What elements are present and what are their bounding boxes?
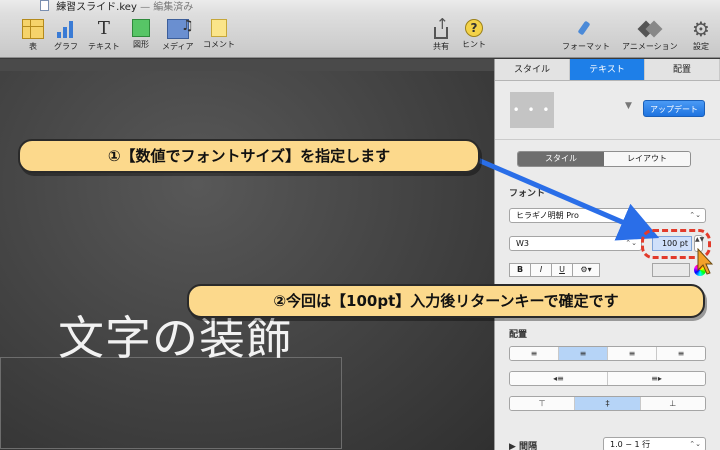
title-text-box[interactable] [0, 357, 342, 449]
align-top-icon[interactable]: ⊤ [510, 397, 576, 410]
shape-icon [132, 19, 150, 37]
slide[interactable] [0, 71, 494, 450]
tab-style[interactable]: スタイル [495, 59, 570, 80]
toolbar-hint-label: ヒント [462, 40, 486, 49]
alignment-section-label: 配置 [509, 330, 528, 340]
inspector-tabs: スタイル テキスト 配置 [495, 59, 720, 81]
align-bottom-icon[interactable]: ⊥ [640, 397, 705, 410]
font-family-popup[interactable]: ヒラギノ明朝 Pro ⌃⌄ [509, 208, 706, 223]
tab-text[interactable]: テキスト [570, 59, 645, 80]
chart-icon [55, 19, 77, 39]
align-left-icon[interactable]: ≡ [510, 347, 559, 360]
title-bar: 練習スライド.key — 編集済み [0, 0, 720, 14]
media-icon [166, 18, 194, 39]
update-button[interactable]: アップデート [643, 100, 705, 117]
slide-canvas[interactable] [0, 59, 494, 450]
paragraph-style-preview[interactable]: • • • [510, 92, 554, 128]
font-weight-value: W3 [516, 239, 529, 248]
text-icon: T [97, 18, 110, 39]
toolbar-settings-button[interactable]: ⚙ 設定 [690, 19, 712, 52]
edit-status: 編集済み [153, 2, 194, 13]
toolbar-settings-label: 設定 [693, 42, 709, 51]
comment-icon [211, 19, 227, 37]
font-weight-popup[interactable]: W3 ⌃⌄ [509, 236, 642, 251]
popup-arrows-icon: ⌃⌄ [689, 211, 701, 219]
share-icon [432, 15, 450, 39]
toolbar-format-button[interactable]: フォーマット [562, 19, 610, 52]
italic-button[interactable]: I [530, 263, 552, 277]
toolbar-share-button[interactable]: 共有 [432, 15, 450, 52]
document-icon [40, 0, 49, 11]
gear-icon: ⚙ [692, 17, 710, 41]
align-justify-icon[interactable]: ≡ [657, 347, 705, 360]
indent-segment: ◂≡ ≡▸ [509, 371, 706, 386]
align-right-icon[interactable]: ≡ [608, 347, 657, 360]
spacing-disclosure[interactable]: ▶ 間隔 [509, 439, 537, 450]
text-options-gear-button[interactable]: ⚙▾ [572, 263, 600, 277]
animation-icon [639, 19, 661, 39]
style-layout-segment: スタイル レイアウト [517, 151, 691, 167]
callout-step1: ①【数値でフォントサイズ】を指定します [18, 139, 480, 173]
popup-arrows-icon: ⌃⌄ [625, 239, 637, 247]
horizontal-alignment-segment: ≡ ≡ ≡ ≡ [509, 346, 706, 361]
toolbar-hint-button[interactable]: ? ヒント [462, 19, 486, 50]
toolbar-text-label: テキスト [88, 42, 120, 51]
toolbar-comment-button[interactable]: コメント [203, 19, 235, 50]
toolbar-comment-label: コメント [203, 40, 235, 49]
text-format-buttons: B I U ⚙▾ [509, 263, 600, 277]
pointer-cursor-icon [697, 248, 713, 275]
divider [495, 139, 720, 140]
toolbar-media-button[interactable]: メディア [162, 18, 194, 52]
toolbar-media-label: メディア [162, 42, 194, 51]
format-brush-icon [577, 19, 595, 39]
decrease-indent-icon[interactable]: ◂≡ [510, 372, 608, 385]
vertical-alignment-segment: ⊤ ‡ ⊥ [509, 396, 706, 411]
toolbar-animate-label: アニメーション [622, 42, 678, 51]
line-spacing-value: 1.0 − 1 行 [610, 440, 651, 449]
hint-icon: ? [465, 19, 483, 37]
align-middle-icon[interactable]: ‡ [575, 397, 641, 410]
toolbar-text-button[interactable]: T テキスト [88, 19, 120, 52]
toolbar: 表 グラフ T テキスト 図形 メディア コメント 共有 ? ヒント フォーマッ… [0, 14, 720, 58]
line-spacing-popup[interactable]: 1.0 − 1 行 ⌃⌄ [603, 437, 706, 450]
toolbar-shape-button[interactable]: 図形 [132, 19, 150, 50]
toolbar-shape-label: 図形 [133, 40, 149, 49]
increase-indent-icon[interactable]: ≡▸ [608, 372, 705, 385]
text-color-well[interactable] [652, 263, 690, 277]
toolbar-table-button[interactable]: 表 [22, 19, 44, 52]
bold-button[interactable]: B [509, 263, 531, 277]
font-section-label: フォント [509, 189, 546, 199]
toolbar-share-label: 共有 [433, 42, 449, 51]
segment-layout[interactable]: レイアウト [604, 152, 690, 166]
callout-step2: ②今回は【100pt】入力後リターンキーで確定です [187, 284, 705, 318]
segment-style[interactable]: スタイル [518, 152, 604, 166]
table-icon [22, 19, 44, 39]
toolbar-format-label: フォーマット [562, 42, 610, 51]
chevron-down-icon[interactable]: ▼ [625, 101, 632, 111]
title-separator: — [140, 2, 151, 13]
toolbar-table-label: 表 [29, 42, 37, 51]
toolbar-animate-button[interactable]: アニメーション [622, 19, 678, 52]
window-title: 練習スライド.key [56, 2, 137, 13]
font-family-value: ヒラギノ明朝 Pro [516, 211, 579, 220]
tab-arrange[interactable]: 配置 [645, 59, 720, 80]
toolbar-chart-button[interactable]: グラフ [54, 19, 78, 52]
underline-button[interactable]: U [551, 263, 573, 277]
align-center-icon[interactable]: ≡ [559, 347, 608, 360]
toolbar-chart-label: グラフ [54, 42, 78, 51]
popup-arrows-icon: ⌃⌄ [689, 440, 701, 448]
